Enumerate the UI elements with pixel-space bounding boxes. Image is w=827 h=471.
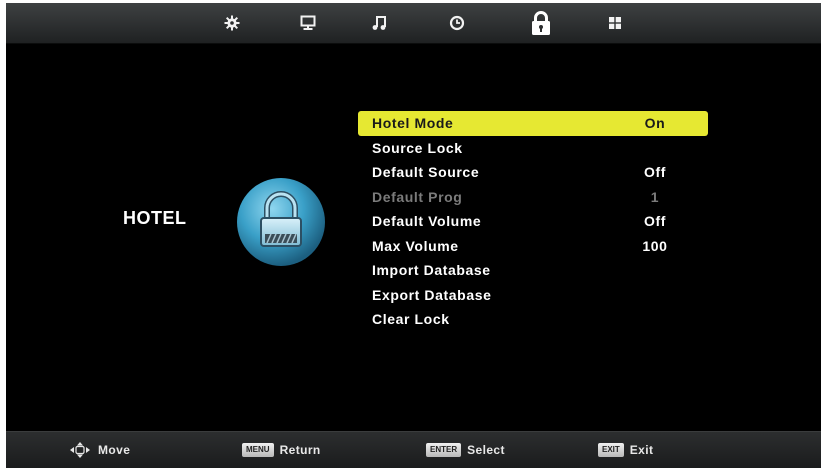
- menu-item-label: Hotel Mode: [372, 115, 454, 131]
- menu-item-label: Export Database: [372, 286, 492, 303]
- hint-select: ENTER Select: [426, 442, 505, 458]
- menu-item-label: Default Prog: [372, 188, 463, 205]
- tab-picture-settings[interactable]: [218, 9, 246, 37]
- tab-setup[interactable]: [601, 9, 629, 37]
- hint-move-label: Move: [98, 443, 131, 457]
- hint-exit: EXIT Exit: [598, 442, 653, 458]
- menu-item-default-volume[interactable]: Default Volume Off: [358, 209, 708, 234]
- tab-sound[interactable]: [365, 9, 393, 37]
- music-note-icon: [372, 16, 386, 30]
- menu-item-import-database[interactable]: Import Database: [358, 258, 708, 283]
- tab-time[interactable]: [443, 9, 471, 37]
- enter-key-badge: ENTER: [426, 443, 462, 457]
- menu-item-source-lock[interactable]: Source Lock: [358, 136, 708, 161]
- menu-item-export-database[interactable]: Export Database: [358, 283, 708, 308]
- bottom-hint-bar: Move MENU Return ENTER Select EXIT Exit: [6, 431, 821, 468]
- menu-item-label: Import Database: [372, 262, 491, 278]
- menu-item-label: Default Source: [372, 164, 480, 180]
- menu-item-value: Off: [643, 164, 666, 180]
- menu-item-hotel-mode[interactable]: Hotel Mode On: [358, 111, 708, 136]
- padlock-badge-icon: [235, 176, 327, 268]
- menu-item-value: 1: [650, 188, 660, 205]
- hotel-menu: Hotel Mode On Source Lock Default Source…: [358, 111, 708, 332]
- gear-icon: [224, 15, 240, 31]
- menu-item-clear-lock[interactable]: Clear Lock: [358, 307, 708, 332]
- menu-item-value: Off: [643, 213, 666, 229]
- menu-key-badge: MENU: [242, 443, 274, 457]
- menu-item-label: Clear Lock: [372, 311, 450, 327]
- menu-item-label: Max Volume: [372, 237, 459, 254]
- tab-screen[interactable]: [294, 9, 322, 37]
- section-title: HOTEL: [123, 208, 187, 228]
- tab-lock[interactable]: [526, 6, 556, 40]
- menu-item-max-volume[interactable]: Max Volume 100: [358, 234, 708, 259]
- monitor-icon: [300, 15, 316, 30]
- four-arrow-move-icon: [70, 442, 90, 458]
- hint-return: MENU Return: [242, 442, 321, 458]
- top-tab-bar: [6, 3, 821, 44]
- menu-item-value: On: [644, 115, 666, 131]
- menu-item-value: 100: [642, 237, 668, 254]
- hint-move: Move: [70, 442, 130, 458]
- clock-icon: [449, 15, 465, 31]
- menu-item-label: Default Volume: [372, 213, 482, 229]
- menu-item-default-source[interactable]: Default Source Off: [358, 160, 708, 185]
- lock-icon: [532, 11, 550, 35]
- exit-key-badge: EXIT: [598, 443, 624, 457]
- hint-exit-label: Exit: [629, 443, 654, 457]
- hint-return-label: Return: [279, 443, 321, 457]
- grid-icon: [609, 17, 621, 29]
- tv-osd-screen: HOTEL Hotel Mode On Source Lock Default …: [6, 3, 821, 468]
- hint-select-label: Select: [467, 443, 505, 457]
- menu-item-label: Source Lock: [372, 139, 463, 156]
- menu-item-default-prog: Default Prog 1: [358, 185, 708, 210]
